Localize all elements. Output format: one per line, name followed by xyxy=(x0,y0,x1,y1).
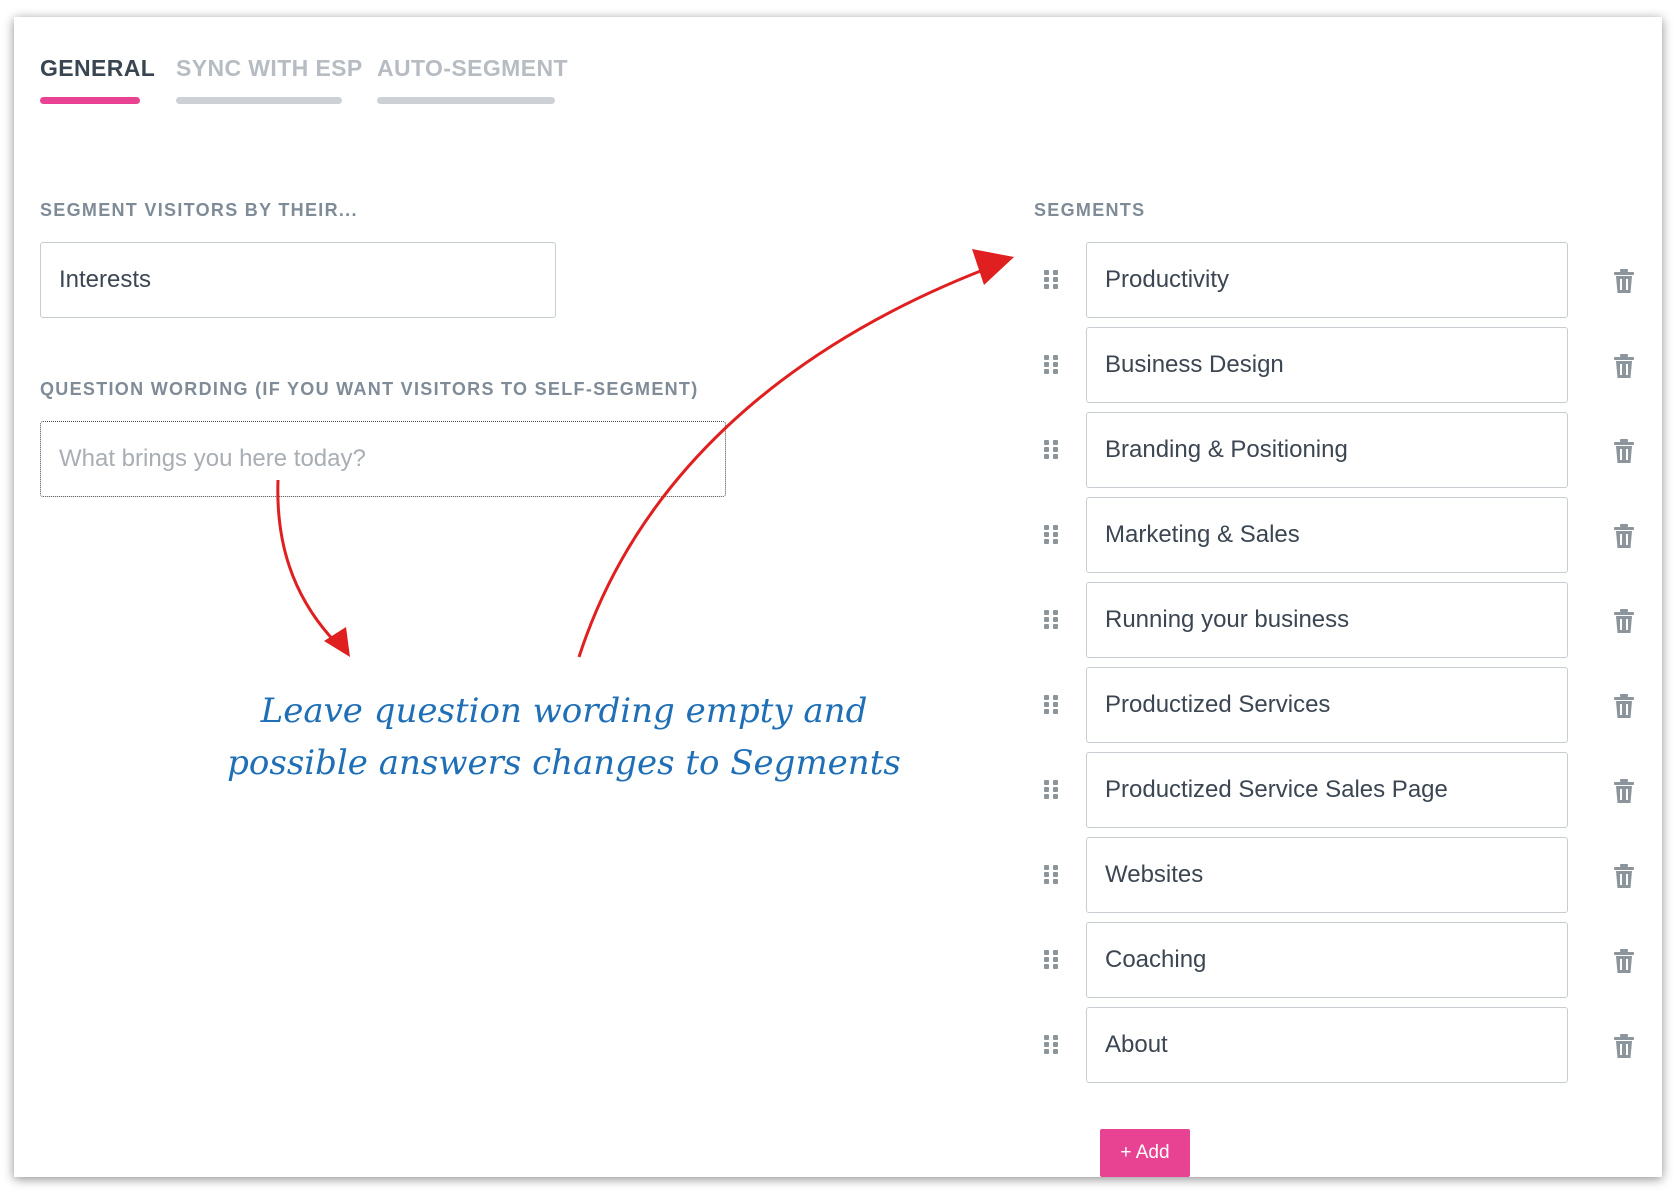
trash-icon[interactable] xyxy=(1614,354,1634,378)
arrow-up-head xyxy=(972,249,1014,285)
segment-input[interactable]: About xyxy=(1086,1007,1568,1083)
trash-icon[interactable] xyxy=(1614,439,1634,463)
trash-icon[interactable] xyxy=(1614,1034,1634,1058)
segment-value: Branding & Positioning xyxy=(1105,436,1348,463)
segment-input[interactable]: Business Design xyxy=(1086,327,1568,403)
trash-icon[interactable] xyxy=(1614,609,1634,633)
drag-handle-icon[interactable] xyxy=(1044,525,1060,545)
segment-input[interactable]: Coaching xyxy=(1086,922,1568,998)
segment-row-5: Running your business xyxy=(1036,582,1636,658)
trash-icon[interactable] xyxy=(1614,524,1634,548)
trash-icon[interactable] xyxy=(1614,949,1634,973)
drag-handle-icon[interactable] xyxy=(1044,950,1060,970)
arrow-down-head xyxy=(324,627,350,657)
segment-input[interactable]: Productized Services xyxy=(1086,667,1568,743)
segment-value: Marketing & Sales xyxy=(1105,521,1300,548)
segment-input[interactable]: Marketing & Sales xyxy=(1086,497,1568,573)
trash-icon[interactable] xyxy=(1614,694,1634,718)
segment-input[interactable]: Websites xyxy=(1086,837,1568,913)
drag-handle-icon[interactable] xyxy=(1044,865,1060,885)
drag-handle-icon[interactable] xyxy=(1044,440,1060,460)
arrow-up-curve xyxy=(577,260,1005,658)
segment-row-1: Productivity xyxy=(1036,242,1636,318)
drag-handle-icon[interactable] xyxy=(1044,695,1060,715)
segment-value: Productized Service Sales Page xyxy=(1105,776,1448,803)
trash-icon[interactable] xyxy=(1614,779,1634,803)
segment-row-3: Branding & Positioning xyxy=(1036,412,1636,488)
segment-value: Running your business xyxy=(1105,606,1350,633)
segment-input[interactable]: Branding & Positioning xyxy=(1086,412,1568,488)
segment-row-10: About xyxy=(1036,1007,1636,1083)
segment-input[interactable]: Running your business xyxy=(1086,582,1568,658)
segment-row-2: Business Design xyxy=(1036,327,1636,403)
drag-handle-icon[interactable] xyxy=(1044,270,1060,290)
segment-value: About xyxy=(1105,1031,1168,1058)
drag-handle-icon[interactable] xyxy=(1044,1035,1060,1055)
segment-value: Coaching xyxy=(1105,946,1207,973)
arrow-down-curve xyxy=(276,479,344,651)
trash-icon[interactable] xyxy=(1614,864,1634,888)
segment-input[interactable]: Productivity xyxy=(1086,242,1568,318)
settings-panel: GENERAL SYNC WITH ESP AUTO-SEGMENT SEGME… xyxy=(14,17,1662,1177)
segment-row-4: Marketing & Sales xyxy=(1036,497,1636,573)
drag-handle-icon[interactable] xyxy=(1044,780,1060,800)
segment-row-6: Productized Services xyxy=(1036,667,1636,743)
segment-input[interactable]: Productized Service Sales Page xyxy=(1086,752,1568,828)
trash-icon[interactable] xyxy=(1614,269,1634,293)
segment-value: Business Design xyxy=(1105,351,1284,378)
segment-value: Websites xyxy=(1105,861,1204,888)
segment-value: Productized Services xyxy=(1105,691,1331,718)
segment-value: Productivity xyxy=(1105,266,1230,293)
drag-handle-icon[interactable] xyxy=(1044,610,1060,630)
drag-handle-icon[interactable] xyxy=(1044,355,1060,375)
segment-row-9: Coaching xyxy=(1036,922,1636,998)
segment-row-8: Websites xyxy=(1036,837,1636,913)
segment-row-7: Productized Service Sales Page xyxy=(1036,752,1636,828)
